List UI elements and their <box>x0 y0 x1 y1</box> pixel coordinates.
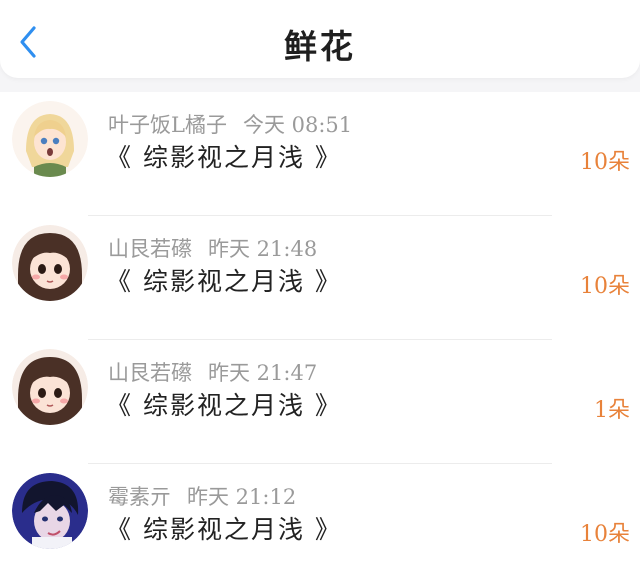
flower-record-item[interactable]: 山艮若礤 昨天 21:48 《 综影视之月浅 》 10朵 <box>0 216 640 340</box>
record-meta: 山艮若礤 昨天 21:48 <box>108 233 317 263</box>
sent-time: 昨天 21:12 <box>187 485 297 509</box>
sent-time: 昨天 21:48 <box>208 237 318 261</box>
blonde-girl-avatar[interactable] <box>12 101 88 177</box>
flowers-page: 鲜花 叶子饭L橘子 今天 08:51 《 综影视之月浅 》 10朵 山艮若礤 昨… <box>0 0 640 581</box>
flower-record-list: 叶子饭L橘子 今天 08:51 《 综影视之月浅 》 10朵 山艮若礤 昨天 2… <box>0 92 640 581</box>
sender-name: 山艮若礤 <box>108 237 192 261</box>
blue-boy-avatar[interactable] <box>12 473 88 549</box>
page-title: 鲜花 <box>284 27 356 66</box>
flower-count: 10朵 <box>580 522 630 547</box>
record-meta: 山艮若礤 昨天 21:47 <box>108 357 317 387</box>
sender-name: 山艮若礤 <box>108 361 192 385</box>
flower-count: 10朵 <box>580 274 630 299</box>
flower-record-item[interactable]: 霉素亓 昨天 21:12 《 综影视之月浅 》 10朵 <box>0 464 640 581</box>
work-title[interactable]: 《 综影视之月浅 》 <box>106 510 342 546</box>
work-title[interactable]: 《 综影视之月浅 》 <box>106 138 342 174</box>
record-meta: 霉素亓 昨天 21:12 <box>108 481 296 511</box>
work-title[interactable]: 《 综影视之月浅 》 <box>106 262 342 298</box>
work-title[interactable]: 《 综影视之月浅 》 <box>106 386 342 422</box>
sent-time: 昨天 21:47 <box>208 361 318 385</box>
brown-hair-girl-avatar[interactable] <box>12 225 88 301</box>
sender-name: 霉素亓 <box>108 485 171 509</box>
brown-hair-girl-avatar[interactable] <box>12 349 88 425</box>
flower-record-item[interactable]: 山艮若礤 昨天 21:47 《 综影视之月浅 》 1朵 <box>0 340 640 464</box>
flower-count: 10朵 <box>580 150 630 175</box>
record-meta: 叶子饭L橘子 今天 08:51 <box>108 109 352 139</box>
flower-record-item[interactable]: 叶子饭L橘子 今天 08:51 《 综影视之月浅 》 10朵 <box>0 92 640 216</box>
sender-name: 叶子饭L橘子 <box>108 113 227 137</box>
sent-time: 今天 08:51 <box>242 113 353 137</box>
flower-count: 1朵 <box>594 398 630 423</box>
top-navigation-bar: 鲜花 <box>0 0 640 78</box>
